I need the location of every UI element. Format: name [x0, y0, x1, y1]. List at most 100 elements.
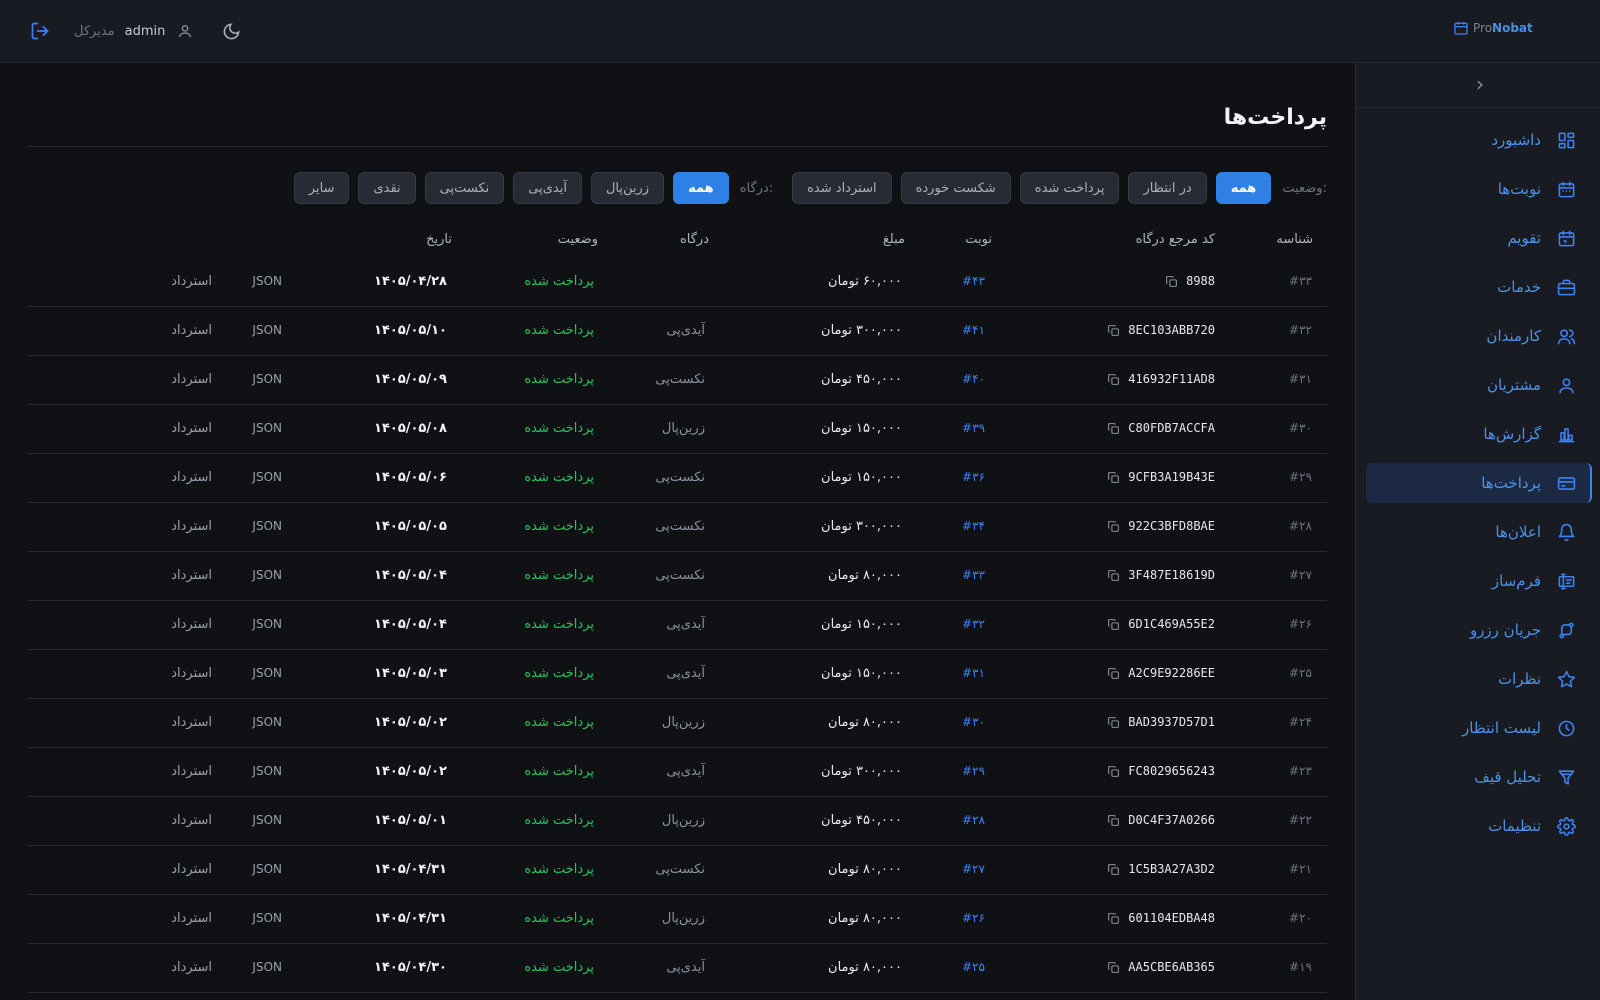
gateway-ref-code: FC8029656243 [1107, 764, 1215, 778]
sidebar-item-8[interactable]: اعلان‌ها [1366, 512, 1592, 552]
copy-icon[interactable] [1107, 716, 1120, 729]
table-row: #۲۲ D0C4F37A0266 #۲۸ ۴۵۰,۰۰۰ تومان زرین‌پال پ… [27, 797, 1327, 846]
status-filter-chip[interactable]: شکست خورده [900, 172, 1011, 204]
copy-icon[interactable] [1107, 618, 1120, 631]
refund-button[interactable]: استرداد [171, 813, 212, 828]
json-button[interactable]: JSON [252, 568, 282, 582]
appointment-link[interactable]: #۳۹ [962, 421, 985, 435]
refund-button[interactable]: استرداد [171, 519, 212, 534]
refund-button[interactable]: استرداد [171, 715, 212, 730]
copy-icon[interactable] [1107, 569, 1120, 582]
status-filter-chip[interactable]: در انتظار [1128, 172, 1207, 204]
copy-icon[interactable] [1165, 275, 1178, 288]
refund-button[interactable]: استرداد [171, 862, 212, 877]
sidebar-item-0[interactable]: داشبورد [1366, 120, 1592, 160]
sidebar-item-11[interactable]: نظرات [1366, 659, 1592, 699]
appointment-link[interactable]: #۳۰ [962, 715, 985, 729]
sidebar-item-1[interactable]: نوبت‌ها [1366, 169, 1592, 209]
theme-toggle-moon-icon[interactable] [221, 21, 241, 41]
appointment-link[interactable]: #۴۳ [962, 274, 985, 288]
appointment-link[interactable]: #۳۴ [962, 519, 985, 533]
appointment-link[interactable]: #۲۷ [962, 862, 985, 876]
json-button[interactable]: JSON [252, 372, 282, 386]
sidebar-item-6[interactable]: گزارش‌ها [1366, 414, 1592, 454]
brand-logo[interactable]: Pro Nobat [1453, 18, 1533, 38]
json-button[interactable]: JSON [252, 274, 282, 288]
appointment-link[interactable]: #۴۱ [962, 323, 985, 337]
json-button[interactable]: JSON [252, 519, 282, 533]
appointment-link[interactable]: #۴۰ [962, 372, 985, 386]
gateway-ref-code: 922C3BFD8BAE [1107, 519, 1215, 533]
copy-icon[interactable] [1107, 863, 1120, 876]
sidebar-item-4[interactable]: کارمندان [1366, 316, 1592, 356]
appointment-link[interactable]: #۲۶ [962, 911, 985, 925]
appointment-link[interactable]: #۳۲ [962, 617, 985, 631]
sidebar-item-3[interactable]: خدمات [1366, 267, 1592, 307]
gateway-name: آیدی‌پی [666, 666, 705, 681]
col-gateway: درگاه [679, 232, 709, 247]
refund-button[interactable]: استرداد [171, 960, 212, 975]
sidebar-item-2[interactable]: تقویم [1366, 218, 1592, 258]
json-button[interactable]: JSON [252, 764, 282, 778]
status-filter-chip[interactable]: پرداخت شده [1019, 172, 1120, 204]
sidebar-item-12[interactable]: لیست انتظار [1366, 708, 1592, 748]
status-filter-chip[interactable]: همه [1215, 172, 1272, 204]
sidebar-item-7[interactable]: پرداخت‌ها [1366, 463, 1592, 503]
copy-icon[interactable] [1107, 814, 1120, 827]
appointment-link[interactable]: #۲۸ [962, 813, 985, 827]
copy-icon[interactable] [1107, 324, 1120, 337]
appointment-link[interactable]: #۳۳ [962, 568, 985, 582]
json-button[interactable]: JSON [252, 911, 282, 925]
sidebar-item-13[interactable]: تحلیل قیف [1366, 757, 1592, 797]
copy-icon[interactable] [1107, 912, 1120, 925]
refund-button[interactable]: استرداد [171, 421, 212, 436]
refund-button[interactable]: استرداد [171, 568, 212, 583]
refund-button[interactable]: استرداد [171, 911, 212, 926]
json-button[interactable]: JSON [252, 715, 282, 729]
gateway-filter-chip[interactable]: سایر [293, 172, 350, 204]
gateway-filter-chip[interactable]: زرین‌پال [590, 172, 665, 204]
json-button[interactable]: JSON [252, 960, 282, 974]
appointment-link[interactable]: #۲۵ [962, 960, 985, 974]
gateway-ref-code-text: 8988 [1186, 274, 1215, 288]
appointment-link[interactable]: #۳۱ [962, 666, 985, 680]
copy-icon[interactable] [1107, 422, 1120, 435]
copy-icon[interactable] [1107, 961, 1120, 974]
refund-button[interactable]: استرداد [171, 323, 212, 338]
refund-button[interactable]: استرداد [171, 764, 212, 779]
json-button[interactable]: JSON [252, 862, 282, 876]
user-role: مدیرکل [74, 23, 115, 39]
json-button[interactable]: JSON [252, 617, 282, 631]
appointment-link[interactable]: #۳۶ [962, 470, 985, 484]
json-button[interactable]: JSON [252, 323, 282, 337]
sidebar-item-14[interactable]: تنظیمات [1366, 806, 1592, 846]
sidebar-item-5[interactable]: مشتریان [1366, 365, 1592, 405]
gateway-ref-code: 9CFB3A19B43E [1107, 470, 1215, 484]
refund-button[interactable]: استرداد [171, 666, 212, 681]
gateway-filter-chip[interactable]: نکست‌پی [424, 172, 505, 204]
gateway-filter-chip[interactable]: نقدی [358, 172, 416, 204]
appointment-link[interactable]: #۲۹ [962, 764, 985, 778]
refund-button[interactable]: استرداد [171, 372, 212, 387]
refund-button[interactable]: استرداد [171, 617, 212, 632]
json-button[interactable]: JSON [252, 470, 282, 484]
json-button[interactable]: JSON [252, 666, 282, 680]
status-filter-chip[interactable]: استرداد شده [792, 172, 892, 204]
logout-icon[interactable] [30, 21, 50, 41]
copy-icon[interactable] [1107, 471, 1120, 484]
copy-icon[interactable] [1107, 765, 1120, 778]
gateway-ref-code: 1C5B3A27A3D2 [1107, 862, 1215, 876]
copy-icon[interactable] [1107, 520, 1120, 533]
gateway-filter-chip[interactable]: آیدی‌پی [513, 172, 582, 204]
gateway-name: آیدی‌پی [666, 617, 705, 632]
refund-button[interactable]: استرداد [171, 470, 212, 485]
sidebar-item-10[interactable]: جریان رزرو [1366, 610, 1592, 650]
json-button[interactable]: JSON [252, 421, 282, 435]
json-button[interactable]: JSON [252, 813, 282, 827]
copy-icon[interactable] [1107, 667, 1120, 680]
copy-icon[interactable] [1107, 373, 1120, 386]
sidebar-collapse-button[interactable] [1356, 63, 1600, 108]
refund-button[interactable]: استرداد [171, 274, 212, 289]
sidebar-item-9[interactable]: فرم‌ساز [1366, 561, 1592, 601]
gateway-filter-chip[interactable]: همه [673, 172, 729, 204]
